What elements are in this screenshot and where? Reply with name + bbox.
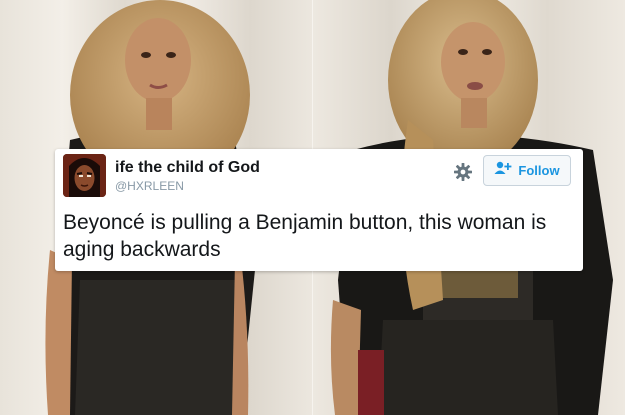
avatar-image xyxy=(63,154,106,197)
user-handle[interactable]: @HXRLEEN xyxy=(115,179,184,193)
display-name[interactable]: ife the child of God xyxy=(115,159,260,177)
add-user-icon xyxy=(494,161,512,180)
follow-button-label: Follow xyxy=(518,163,560,178)
tweet-text: Beyoncé is pulling a Benjamin button, th… xyxy=(63,211,547,261)
avatar[interactable] xyxy=(63,154,106,197)
gear-icon[interactable] xyxy=(453,162,473,182)
tweet-card: ife the child of God @HXRLEEN Follow Bey… xyxy=(55,149,583,271)
follow-button[interactable]: Follow xyxy=(483,155,571,186)
